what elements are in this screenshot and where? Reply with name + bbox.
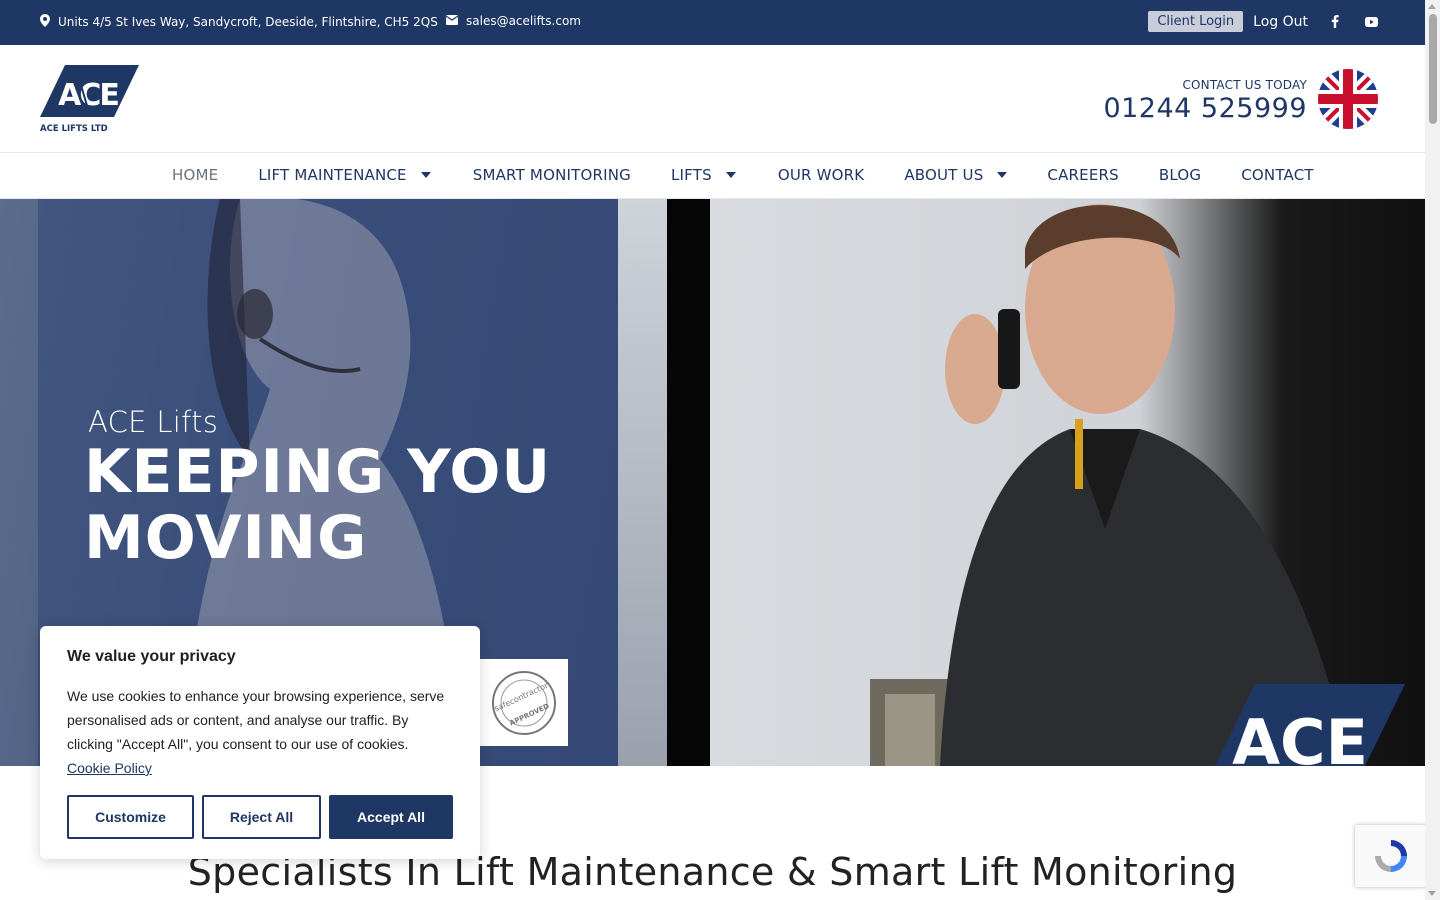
cookie-heading: We value your privacy <box>67 648 236 665</box>
nav-item-label: LIFTS <box>670 166 712 184</box>
cookie-body-text: We use cookies to enhance your browsing … <box>67 688 445 752</box>
page-scrollbar[interactable] <box>1425 0 1440 900</box>
page: Units 4/5 St Ives Way, Sandycroft, Deesi… <box>0 0 1440 900</box>
hero-edge <box>618 199 667 766</box>
caret-down-icon[interactable] <box>725 172 736 178</box>
caret-down-icon[interactable] <box>997 172 1008 178</box>
cookie-buttons: Customize Reject All Accept All <box>67 795 453 839</box>
nav-item-lifts[interactable]: LIFTS <box>671 166 736 184</box>
contact-block: CONTACT US TODAY 01244 525999 <box>1103 78 1307 124</box>
nav-item-label: CONTACT <box>1241 166 1314 184</box>
youtube-icon[interactable] <box>1362 13 1380 31</box>
cookie-body: We use cookies to enhance your browsing … <box>67 684 453 780</box>
top-bar: Units 4/5 St Ives Way, Sandycroft, Deesi… <box>0 0 1425 45</box>
email-link[interactable]: sales@acelifts.com <box>445 14 581 28</box>
customize-button[interactable]: Customize <box>67 795 194 839</box>
hero-divider <box>667 199 710 766</box>
hero-title-line2: MOVING <box>84 503 368 573</box>
scroll-up-arrow[interactable] <box>1428 4 1436 9</box>
svg-text:ACE: ACE <box>1232 706 1368 766</box>
nav-item-our-work[interactable]: OUR WORK <box>778 166 864 184</box>
safecontractor-badge: safecontractor APPROVED <box>480 659 568 746</box>
site-header: ACE ACE LIFTS LTD CONTACT US TODAY 01244… <box>0 45 1425 153</box>
hero-title: KEEPING YOU MOVING <box>84 439 551 571</box>
nav-item-label: HOME <box>172 166 219 184</box>
reject-all-button[interactable]: Reject All <box>202 795 321 839</box>
recaptcha-badge[interactable] <box>1355 825 1427 887</box>
nav-item-contact[interactable]: CONTACT <box>1241 166 1314 184</box>
nav-item-lift-maintenance[interactable]: LIFT MAINTENANCE <box>258 166 431 184</box>
nav-item-label: CAREERS <box>1047 166 1119 184</box>
location-pin-icon <box>40 14 50 30</box>
caret-down-icon[interactable] <box>420 172 431 178</box>
address: Units 4/5 St Ives Way, Sandycroft, Deesi… <box>40 14 438 30</box>
nav-item-label: OUR WORK <box>777 166 865 184</box>
address-text: Units 4/5 St Ives Way, Sandycroft, Deesi… <box>58 15 438 29</box>
accept-all-button[interactable]: Accept All <box>329 795 453 839</box>
scroll-down-arrow[interactable] <box>1428 891 1436 896</box>
nav-item-label: LIFT MAINTENANCE <box>258 166 407 184</box>
nav-item-careers[interactable]: CAREERS <box>1047 166 1118 184</box>
contact-label: CONTACT US TODAY <box>1182 78 1307 92</box>
recaptcha-icon <box>1375 840 1407 872</box>
ace-logo[interactable]: ACE ACE LIFTS LTD <box>40 65 140 135</box>
nav-item-label: BLOG <box>1158 166 1202 184</box>
ace-corner-logo: ACE <box>1215 684 1405 766</box>
hero-image-right: ACE <box>710 199 1425 766</box>
nav-item-smart-monitoring[interactable]: SMART MONITORING <box>473 166 631 184</box>
nav-item-label: SMART MONITORING <box>472 166 631 184</box>
engineer-figure <box>870 204 1350 766</box>
nav-item-about-us[interactable]: ABOUT US <box>904 166 1008 184</box>
cookie-consent-banner: We value your privacy We use cookies to … <box>40 626 480 859</box>
hero-subtitle: ACE Lifts <box>88 405 219 439</box>
nav-item-home[interactable]: HOME <box>172 166 218 184</box>
nav-item-label: ABOUT US <box>904 166 984 184</box>
phone-number[interactable]: 01244 525999 <box>1103 93 1307 124</box>
cookie-policy-link[interactable]: Cookie Policy <box>67 760 152 776</box>
logout-link[interactable]: Log Out <box>1253 14 1308 30</box>
logo-subtext: ACE LIFTS LTD <box>40 124 108 134</box>
envelope-icon <box>445 14 459 28</box>
facebook-icon[interactable] <box>1326 13 1344 31</box>
uk-flag-icon <box>1318 69 1378 129</box>
hero-title-line1: KEEPING YOU <box>84 437 552 507</box>
svg-text:APPROVED: APPROVED <box>508 702 550 727</box>
client-login-button[interactable]: Client Login <box>1148 11 1244 32</box>
top-bar-actions: Client Login Log Out <box>1148 11 1380 32</box>
nav-item-blog[interactable]: BLOG <box>1159 166 1201 184</box>
main-nav: HOME LIFT MAINTENANCE SMART MONITORING LIFT… <box>0 153 1425 199</box>
email-text: sales@acelifts.com <box>466 14 581 28</box>
scroll-thumb[interactable] <box>1429 14 1437 124</box>
